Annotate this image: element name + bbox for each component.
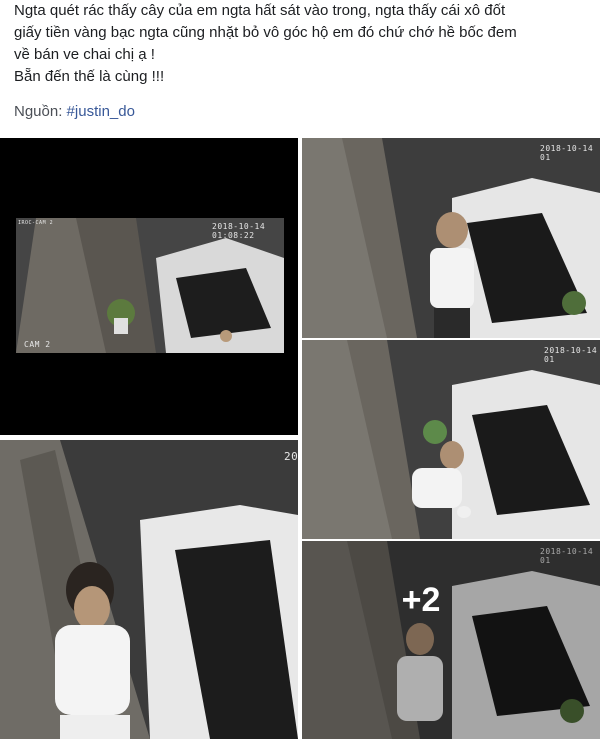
cctv-timestamp: 2018-10-14 01:08:22	[212, 222, 266, 240]
more-photos-count: +2	[401, 580, 441, 619]
post-line: Bẵn đến thế là cùng !!!	[14, 68, 165, 85]
cctv-cam-label: CAM 2	[24, 340, 51, 349]
cctv-corner-label: IROC-CAM 2	[18, 220, 54, 226]
cctv-timestamp: 2018-10-14 01	[544, 346, 598, 364]
more-photos-overlay[interactable]: +2	[302, 541, 600, 739]
photo-3[interactable]: 2018-10-14 01	[302, 340, 600, 539]
post-source: Nguồn: #justin_do	[14, 103, 135, 120]
hashtag-link[interactable]: #justin_do	[67, 103, 135, 120]
photo-2[interactable]: 2018-10-14 01	[302, 138, 600, 338]
photo-1[interactable]: 2018-10-14 01:08:22 IROC-CAM 2 CAM 2	[0, 138, 298, 435]
source-label: Nguồn:	[14, 103, 63, 120]
photo-5[interactable]: 2018-10-14 01 +2	[302, 541, 600, 739]
post-line: giấy tiền vàng bạc ngta cũng nhặt bỏ vô …	[14, 24, 517, 41]
post-text: Ngta quét rác thấy cây của em ngta hất s…	[14, 0, 596, 88]
post-line: về bán ve chai chị ạ !	[14, 46, 155, 63]
cctv-timestamp: 2018-10-14 01	[540, 144, 594, 162]
cctv-timestamp: 20	[284, 450, 298, 463]
post-line: Ngta quét rác thấy cây của em ngta hất s…	[14, 2, 506, 19]
photo-4[interactable]: 20	[0, 440, 298, 739]
